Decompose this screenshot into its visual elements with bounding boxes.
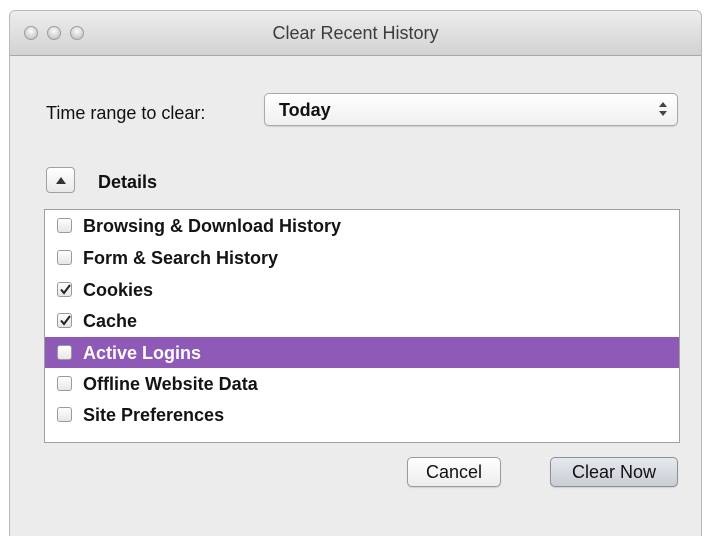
clear-history-dialog: Clear Recent History Time range to clear… [9, 10, 702, 536]
time-range-label: Time range to clear: [46, 103, 206, 123]
checkmark-icon [60, 284, 71, 295]
history-items-list: Browsing & Download History Form & Search… [44, 209, 680, 443]
list-item[interactable]: Browsing & Download History [45, 210, 679, 241]
list-item[interactable]: Cookies [45, 274, 679, 305]
list-item[interactable]: Offline Website Data [45, 368, 679, 399]
up-down-arrows-icon [659, 102, 667, 116]
window-title: Clear Recent History [272, 23, 439, 43]
list-item-label: Cookies [83, 280, 154, 300]
time-range-value: Today [279, 100, 331, 120]
checkbox[interactable] [57, 250, 72, 265]
triangle-up-icon [56, 177, 66, 184]
title-bar[interactable]: Clear Recent History [10, 11, 701, 56]
list-item-label: Cache [83, 311, 138, 331]
checkmark-icon [60, 315, 71, 326]
list-item[interactable]: Active Logins [45, 337, 679, 368]
clear-now-button[interactable]: Clear Now [550, 457, 678, 487]
list-item-label: Form & Search History [83, 248, 279, 268]
list-item[interactable]: Form & Search History [45, 242, 679, 273]
checkbox-checked[interactable] [57, 313, 72, 328]
cancel-button[interactable]: Cancel [407, 457, 501, 487]
checkbox[interactable] [57, 345, 72, 360]
list-item-label: Offline Website Data [83, 374, 258, 394]
list-item[interactable]: Cache [45, 305, 679, 336]
checkbox[interactable] [57, 218, 72, 233]
list-item-label: Browsing & Download History [83, 216, 342, 236]
checkbox[interactable] [57, 407, 72, 422]
details-label: Details [98, 172, 158, 192]
list-item-label: Active Logins [83, 343, 202, 363]
list-item[interactable]: Site Preferences [45, 399, 679, 430]
details-toggle-button[interactable] [46, 167, 75, 193]
time-range-select[interactable]: Today [264, 93, 678, 126]
checkbox-checked[interactable] [57, 282, 72, 297]
checkbox[interactable] [57, 376, 72, 391]
list-item-label: Site Preferences [83, 405, 225, 425]
